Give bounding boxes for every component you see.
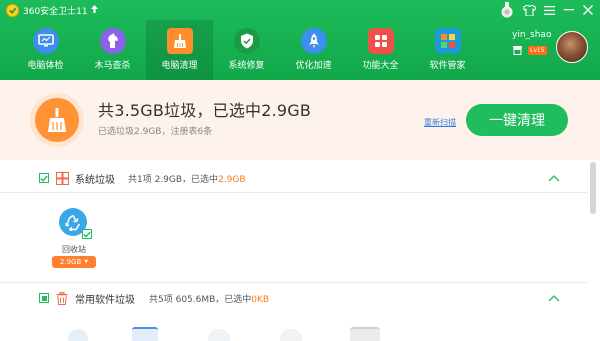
stats-selected: 2.9GB bbox=[218, 174, 246, 185]
medal-icon[interactable] bbox=[498, 1, 516, 19]
nav-label: 系统修复 bbox=[228, 61, 265, 71]
stats-prefix: 共1项 2.9GB，已选中 bbox=[128, 174, 219, 185]
upgrade-arrow-icon[interactable] bbox=[90, 4, 98, 16]
username[interactable]: yin_shao bbox=[512, 30, 556, 40]
user-badges: Lv15 bbox=[512, 45, 556, 55]
nav-item-optimize[interactable]: 优化加速 bbox=[280, 20, 347, 80]
trash-icon bbox=[56, 291, 69, 305]
header: 360安全卫士11 电脑体检 木马查杀 电脑清理 系统修复 优化加速 功能大全 … bbox=[0, 0, 600, 80]
nav-item-trojan-scan[interactable]: 木马查杀 bbox=[79, 20, 146, 80]
tshirt-icon[interactable] bbox=[520, 1, 538, 19]
section-stats: 共5项 605.6MB，已选中0KB bbox=[149, 292, 269, 305]
avatar[interactable] bbox=[556, 31, 588, 63]
section-divider bbox=[0, 282, 588, 283]
summary-subtitle: 已选垃圾2.9GB，注册表6条 bbox=[98, 127, 213, 137]
section-name: 常用软件垃圾 bbox=[75, 294, 135, 306]
partial-app-icon bbox=[208, 329, 230, 341]
app-title: 360安全卫士11 bbox=[23, 6, 88, 17]
item-size-dropdown[interactable]: 2.9GB ▼ bbox=[52, 256, 96, 268]
minimize-icon[interactable] bbox=[560, 1, 578, 19]
nav-item-cleanup[interactable]: 电脑清理 bbox=[146, 20, 213, 80]
recycle-bin-item[interactable]: 回收站 2.9GB ▼ bbox=[51, 206, 97, 270]
nav-item-software-manager[interactable]: 软件管家 bbox=[414, 20, 481, 80]
stats-selected: 0KB bbox=[251, 294, 270, 305]
level-badge: Lv15 bbox=[528, 45, 547, 55]
item-checkbox[interactable] bbox=[82, 229, 92, 239]
section-name: 系统垃圾 bbox=[75, 174, 115, 186]
nav-label: 优化加速 bbox=[295, 61, 332, 71]
section-software-junk[interactable]: 常用软件垃圾 共5项 605.6MB，已选中0KB bbox=[0, 285, 588, 311]
section-stats: 共1项 2.9GB，已选中2.9GB bbox=[128, 172, 246, 185]
nav-item-features[interactable]: 功能大全 bbox=[347, 20, 414, 80]
partial-app-icon bbox=[68, 329, 88, 341]
summary-title: 共3.5GB垃圾，已选中2.9GB bbox=[98, 101, 312, 120]
rescan-link[interactable]: 重新扫描 bbox=[424, 117, 456, 128]
partial-app-icon bbox=[350, 327, 380, 341]
caret-down-icon: ▼ bbox=[84, 259, 89, 265]
cleanup-summary: 共3.5GB垃圾，已选中2.9GB 已选垃圾2.9GB，注册表6条 重新扫描 一… bbox=[0, 80, 600, 160]
section-checkbox[interactable] bbox=[39, 173, 49, 183]
apps-icon bbox=[434, 28, 461, 54]
partial-app-icon bbox=[280, 329, 302, 341]
nav-label: 软件管家 bbox=[429, 61, 466, 71]
section-divider bbox=[0, 192, 588, 193]
item-size: 2.9GB bbox=[59, 258, 82, 266]
scrollbar[interactable] bbox=[590, 162, 596, 214]
chevron-up-icon[interactable] bbox=[548, 174, 560, 182]
broom-icon bbox=[166, 28, 193, 54]
stats-prefix: 共5项 605.6MB，已选中 bbox=[149, 294, 252, 305]
app-logo-icon bbox=[6, 3, 19, 17]
section-system-junk[interactable]: 系统垃圾 共1项 2.9GB，已选中2.9GB bbox=[0, 165, 588, 191]
main-nav: 电脑体检 木马查杀 电脑清理 系统修复 优化加速 功能大全 软件管家 bbox=[12, 20, 481, 80]
windows-icon bbox=[56, 171, 69, 185]
cleanup-badge-icon bbox=[30, 93, 84, 147]
chevron-up-icon[interactable] bbox=[548, 294, 560, 302]
rocket-icon bbox=[300, 28, 327, 54]
one-click-clean-button[interactable]: 一键清理 bbox=[466, 104, 568, 136]
nav-label: 功能大全 bbox=[362, 61, 399, 71]
title-bar: 360安全卫士11 bbox=[0, 0, 600, 20]
item-label: 回收站 bbox=[62, 245, 86, 254]
grid-icon bbox=[367, 28, 394, 54]
monitor-icon bbox=[32, 28, 59, 54]
menu-icon[interactable] bbox=[540, 1, 558, 19]
section-checkbox[interactable] bbox=[39, 293, 49, 303]
partial-app-icon bbox=[132, 327, 158, 341]
nav-label: 木马查杀 bbox=[94, 61, 131, 71]
shield-icon bbox=[233, 28, 260, 54]
next-row-icons-partial bbox=[60, 325, 460, 341]
nav-label: 电脑清理 bbox=[161, 61, 198, 71]
shop-icon[interactable] bbox=[512, 45, 524, 55]
nav-label: 电脑体检 bbox=[27, 61, 64, 71]
close-icon[interactable] bbox=[579, 1, 597, 19]
user-info: yin_shao Lv15 bbox=[512, 30, 556, 55]
horse-icon bbox=[99, 28, 126, 54]
nav-item-checkup[interactable]: 电脑体检 bbox=[12, 20, 79, 80]
nav-item-system-repair[interactable]: 系统修复 bbox=[213, 20, 280, 80]
app-brand: 360安全卫士11 bbox=[6, 3, 98, 17]
